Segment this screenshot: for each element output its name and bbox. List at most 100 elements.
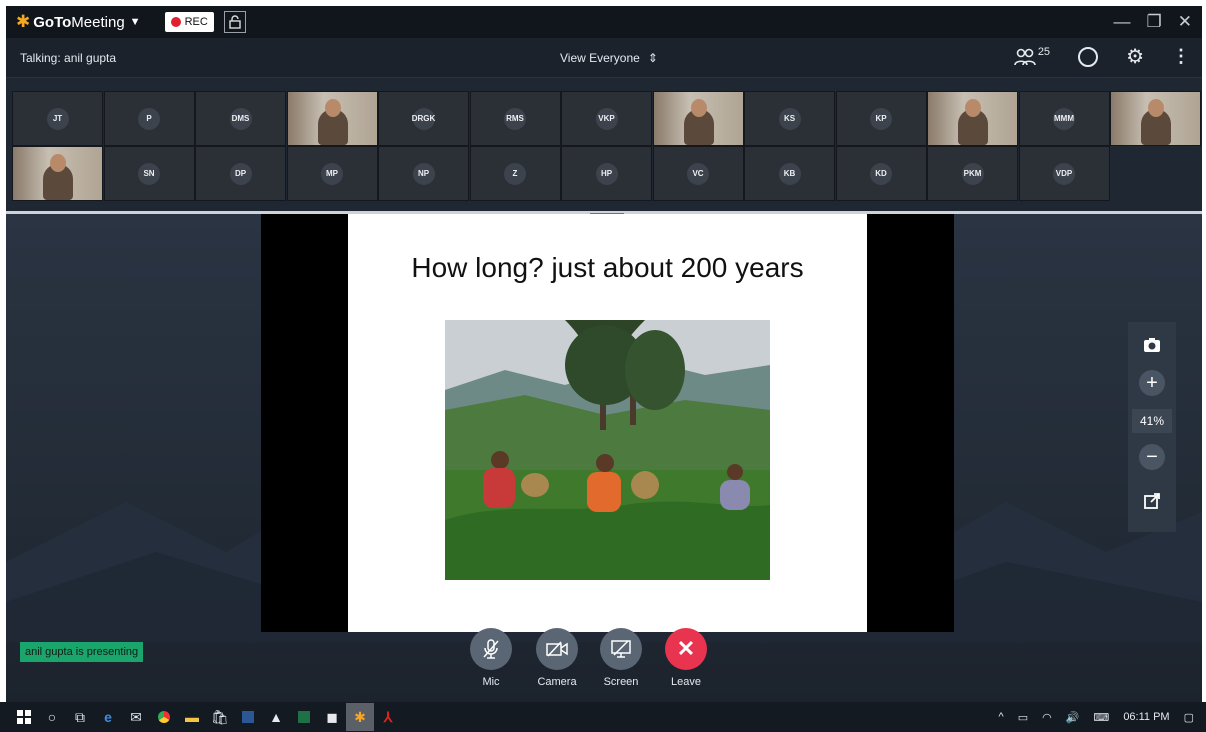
screen-control[interactable]: Screen — [591, 628, 651, 688]
participant-initials: KB — [778, 162, 801, 185]
word-icon[interactable] — [234, 703, 262, 731]
participant-tile[interactable]: KD — [835, 146, 927, 201]
clock-time[interactable]: 06:11 PM — [1123, 711, 1169, 723]
participant-initials: DRGK — [412, 107, 435, 130]
gear-icon[interactable]: ⚙ — [1126, 44, 1144, 69]
lock-meeting-button[interactable] — [223, 11, 246, 33]
presenting-banner: anil gupta is presenting — [20, 642, 144, 662]
windows-start-icon[interactable] — [10, 703, 38, 731]
chat-icon[interactable] — [1078, 46, 1099, 67]
participant-tile[interactable] — [927, 91, 1018, 146]
store-icon[interactable]: 🛍 — [206, 703, 234, 731]
more-options-icon[interactable]: ⋮ — [1172, 46, 1190, 67]
screen-button[interactable] — [600, 628, 642, 670]
camera-button[interactable] — [536, 628, 578, 670]
attendees-button[interactable]: 25 — [1014, 45, 1051, 66]
people-icon — [1014, 48, 1036, 65]
app-logo[interactable]: ✱ GoTo Meeting ▼ — [16, 12, 141, 32]
leave-control[interactable]: ✕ Leave — [656, 628, 716, 688]
tray-chevron-up-icon[interactable]: ^ — [999, 711, 1004, 723]
attendee-count: 25 — [1037, 45, 1051, 58]
participant-tile[interactable]: NP — [378, 146, 469, 201]
participant-tile[interactable] — [652, 91, 744, 146]
participant-tile[interactable]: Z — [469, 146, 561, 201]
taskbar-apps: ○ ⧉ e ✉ ▬ 🛍 ▲ ◼ ✱ ⅄ — [10, 703, 402, 731]
participant-initials: DP — [229, 162, 252, 185]
edge-browser-icon[interactable]: e — [94, 703, 122, 731]
chrome-icon[interactable] — [150, 703, 178, 731]
view-label: View Everyone — [560, 51, 640, 65]
keyboard-icon[interactable]: ⌨ — [1093, 711, 1109, 724]
camera-control[interactable]: Camera — [527, 628, 587, 688]
brand-logo-icon: ✱ — [16, 12, 31, 31]
participant-tile[interactable] — [286, 91, 378, 146]
mic-label: Mic — [482, 676, 500, 688]
participant-tile[interactable]: JT — [12, 91, 103, 146]
snapshot-button[interactable] — [1139, 332, 1165, 358]
participant-tile[interactable]: RMS — [469, 91, 561, 146]
minimize-icon[interactable]: — — [1114, 12, 1131, 32]
participant-tile[interactable]: DP — [195, 146, 286, 201]
photos-icon[interactable]: ▲ — [262, 703, 290, 731]
mic-control[interactable]: Mic — [461, 628, 521, 688]
notifications-icon[interactable]: ▢ — [1184, 711, 1194, 724]
participant-initials: RMS — [504, 107, 526, 130]
participant-initials: KP — [870, 107, 892, 130]
participant-tile[interactable] — [12, 146, 103, 201]
participant-initials: NP — [412, 162, 435, 185]
participant-initials: VC — [687, 162, 709, 185]
participant-tile[interactable]: VDP — [1018, 146, 1110, 201]
zoom-in-button[interactable]: + — [1139, 370, 1165, 396]
leave-button[interactable]: ✕ — [665, 628, 707, 670]
record-button[interactable]: REC — [164, 12, 214, 32]
participant-initials: HP — [595, 162, 618, 185]
close-icon[interactable]: ✕ — [1178, 12, 1192, 32]
participant-tile[interactable]: KS — [744, 91, 835, 146]
participant-initials: KS — [778, 107, 801, 130]
participant-tile[interactable]: VKP — [561, 91, 652, 146]
participant-tile[interactable]: KP — [835, 91, 927, 146]
task-view-icon[interactable]: ⧉ — [66, 703, 94, 731]
popout-icon — [1144, 493, 1160, 509]
battery-icon[interactable]: ▭ — [1018, 711, 1028, 724]
participant-initials: VKP — [595, 107, 618, 130]
participant-tile[interactable]: MP — [286, 146, 378, 201]
participant-grid: JT P DMS DRGK RMS VKP KS KP MMM SN DP MP NP Z HP VC KB KD… — [12, 91, 1201, 203]
participant-tile[interactable]: KB — [744, 146, 835, 201]
app-icon[interactable]: ◼ — [318, 703, 346, 731]
participant-tile[interactable]: MMM — [1018, 91, 1110, 146]
participant-tile[interactable]: SN — [103, 146, 195, 201]
gotomeeting-taskbar-icon[interactable]: ✱ — [346, 703, 374, 731]
participant-initials: P — [138, 107, 160, 130]
excel-icon[interactable] — [290, 703, 318, 731]
file-explorer-icon[interactable]: ▬ — [178, 703, 206, 731]
shared-screen: How long? just about 200 years — [261, 214, 954, 632]
zoom-out-button[interactable]: − — [1139, 444, 1165, 470]
up-down-chevron-icon: ⇕ — [647, 51, 658, 65]
participant-tile[interactable]: HP — [561, 146, 652, 201]
participant-tile[interactable]: DMS — [195, 91, 286, 146]
popout-button[interactable] — [1139, 488, 1165, 514]
camera-off-icon — [546, 641, 568, 657]
restore-icon[interactable]: ❐ — [1147, 12, 1162, 32]
participant-tile[interactable] — [1110, 91, 1201, 146]
participant-head — [690, 99, 707, 117]
participant-initials: PKM — [961, 162, 984, 185]
pdf-reader-icon[interactable]: ⅄ — [374, 703, 402, 731]
search-icon[interactable]: ○ — [38, 703, 66, 731]
mail-icon[interactable]: ✉ — [122, 703, 150, 731]
participant-tile[interactable]: P — [103, 91, 195, 146]
participant-tile[interactable]: VC — [652, 146, 744, 201]
participant-head — [965, 99, 981, 117]
gotomeeting-window: ✱ GoTo Meeting ▼ REC — ❐ ✕ Talking: anil… — [6, 6, 1202, 702]
participant-initials: MMM — [1053, 107, 1075, 130]
participant-tile[interactable]: PKM — [927, 146, 1018, 201]
wifi-icon[interactable]: ◠ — [1042, 711, 1052, 724]
view-selector[interactable]: View Everyone ⇕ — [560, 51, 658, 65]
camera-icon — [1144, 338, 1160, 352]
participant-initials: Z — [504, 162, 526, 185]
participant-tile[interactable]: DRGK — [378, 91, 469, 146]
mic-button[interactable] — [470, 628, 512, 670]
speaker-icon[interactable]: 🔊 — [1066, 711, 1080, 724]
record-dot-icon — [170, 17, 181, 27]
